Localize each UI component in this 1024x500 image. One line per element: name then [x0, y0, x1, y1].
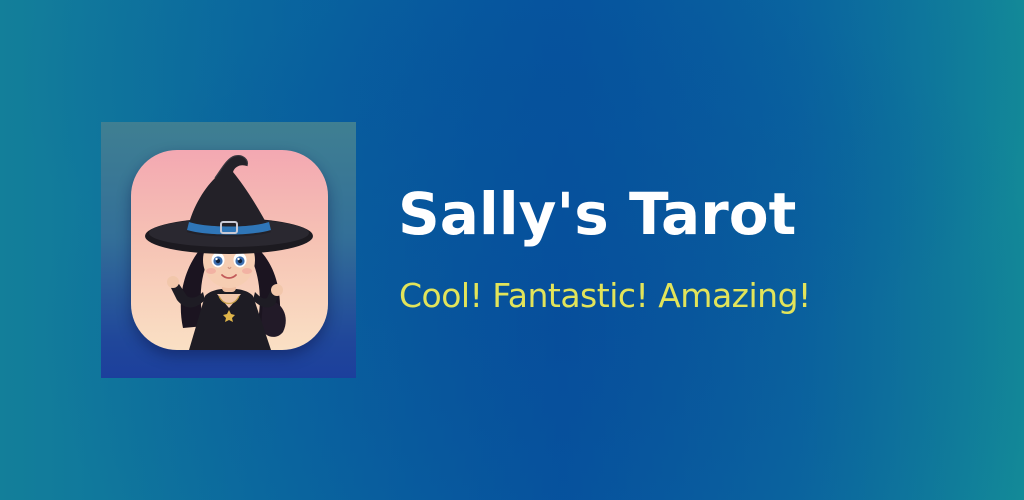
- witch-illustration: [145, 155, 313, 350]
- app-banner: Sally's Tarot Cool! Fantastic! Amazing!: [0, 0, 1024, 500]
- app-title: Sally's Tarot: [398, 180, 797, 248]
- app-icon-frame: [101, 122, 356, 378]
- witch-character-icon: [131, 150, 328, 350]
- app-tagline: Cool! Fantastic! Amazing!: [399, 276, 811, 315]
